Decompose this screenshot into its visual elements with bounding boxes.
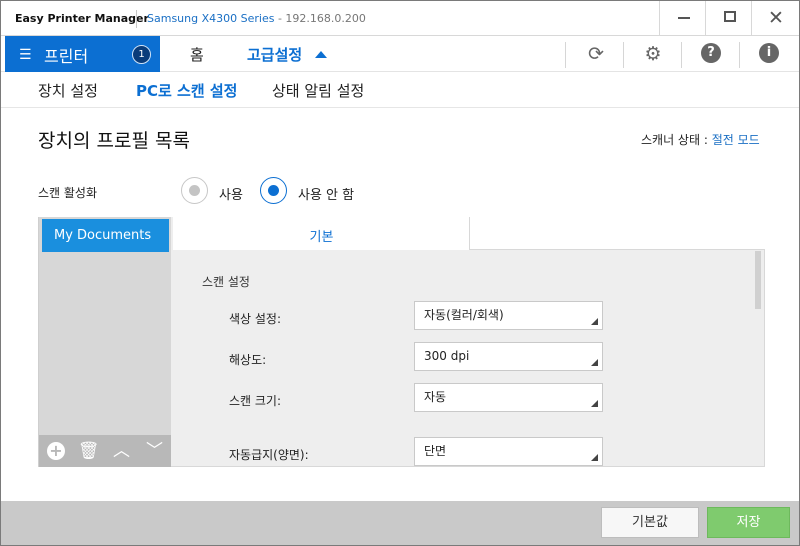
radio-use[interactable] [181, 177, 208, 204]
select-value: 300 dpi [424, 349, 470, 363]
radio-use-label[interactable]: 사용 [219, 184, 243, 203]
maximize-icon [724, 11, 736, 22]
field-label-resolution: 해상도: [229, 353, 267, 367]
profile-item-my-documents[interactable]: My Documents [42, 219, 169, 252]
tab-basic-label: 기본 [309, 230, 334, 245]
device-ip: - 192.168.0.200 [274, 12, 366, 25]
main-nav: ☰ 프린터 1 홈 고급설정 ⟳ ⚙ ? i [1, 36, 799, 72]
page-title: 장치의 프로필 목록 [38, 130, 190, 152]
nav-advanced-settings[interactable]: 고급설정 [247, 44, 302, 65]
tab-basic[interactable]: 기본 [173, 217, 470, 250]
gear-icon[interactable]: ⚙ [638, 40, 668, 68]
title-bar: Easy Printer Manager Samsung X4300 Serie… [1, 1, 799, 36]
caret-up-icon[interactable] [315, 51, 327, 58]
scanner-status: 스캐너 상태 : 절전 모드 [641, 131, 760, 148]
minimize-icon [678, 17, 690, 19]
sub-tabs: 장치 설정 PC로 스캔 설정 상태 알림 설정 [1, 72, 799, 108]
profile-toolbar: + 🗑 ︿ ﹀ [39, 435, 172, 467]
profile-list: My Documents + 🗑 ︿ ﹀ [38, 217, 172, 467]
adf-duplex-select[interactable]: 단면 [414, 437, 603, 466]
app-title: Easy Printer Manager [15, 12, 149, 25]
plus-icon: + [47, 442, 65, 460]
maximize-button[interactable] [705, 1, 753, 36]
field-label-adf-duplex: 자동급지(양면): [229, 448, 309, 462]
settings-panel: 기본 스캔 설정 색상 설정: 자동(컬러/회색) 해상도: 300 dpi 스… [171, 217, 765, 467]
nav-divider [739, 42, 740, 68]
scrollbar[interactable] [755, 251, 761, 309]
main-content: 장치의 프로필 목록 스캐너 상태 : 절전 모드 스캔 활성화 사용 사용 안… [1, 108, 799, 501]
tab-pc-scan-settings[interactable]: PC로 스캔 설정 [136, 80, 237, 101]
printer-tab[interactable]: ☰ 프린터 1 [5, 36, 160, 72]
refresh-icon[interactable]: ⟳ [581, 40, 611, 68]
scanner-status-label: 스캐너 상태 : [641, 133, 712, 147]
dropdown-arrow-icon [591, 454, 598, 461]
nav-divider [565, 42, 566, 68]
tab-status-alert-settings[interactable]: 상태 알림 설정 [272, 80, 364, 101]
radio-dot [268, 185, 279, 196]
title-separator [136, 10, 137, 28]
footer-bar: 기본값 저장 [1, 501, 799, 545]
dropdown-arrow-icon [591, 359, 598, 366]
device-name-link[interactable]: Samsung X4300 Series - 192.168.0.200 [147, 12, 366, 25]
dropdown-arrow-icon [591, 318, 598, 325]
radio-dot [189, 185, 200, 196]
minimize-button[interactable] [659, 1, 707, 36]
app-window: Easy Printer Manager Samsung X4300 Serie… [0, 0, 800, 546]
save-button[interactable]: 저장 [707, 507, 790, 538]
scan-activation-label: 스캔 활성화 [38, 186, 98, 200]
add-profile-button[interactable]: + [39, 435, 72, 467]
dropdown-arrow-icon [591, 400, 598, 407]
select-value: 자동(컬러/회색) [424, 308, 504, 322]
field-label-color: 색상 설정: [229, 312, 282, 326]
chevron-up-icon[interactable]: ︿ [105, 435, 138, 467]
scan-size-select[interactable]: 자동 [414, 383, 603, 412]
color-select[interactable]: 자동(컬러/회색) [414, 301, 603, 330]
close-icon: ✕ [768, 7, 784, 29]
select-value: 자동 [424, 390, 447, 404]
help-icon[interactable]: ? [701, 43, 721, 63]
nav-divider [681, 42, 682, 68]
section-title: 스캔 설정 [202, 275, 250, 289]
trash-icon[interactable]: 🗑 [72, 435, 105, 467]
printer-count-badge: 1 [132, 45, 151, 64]
default-button[interactable]: 기본값 [601, 507, 699, 538]
info-icon[interactable]: i [759, 43, 779, 63]
device-name[interactable]: Samsung X4300 Series [147, 12, 274, 25]
scanner-status-value: 절전 모드 [711, 133, 760, 147]
list-icon: ☰ [19, 47, 32, 63]
field-label-scan-size: 스캔 크기: [229, 394, 282, 408]
nav-divider [623, 42, 624, 68]
chevron-down-icon[interactable]: ﹀ [138, 435, 171, 467]
tab-strip [470, 217, 765, 250]
tab-device-settings[interactable]: 장치 설정 [38, 80, 98, 101]
radio-not-use[interactable] [260, 177, 287, 204]
select-value: 단면 [424, 444, 447, 458]
printer-label: 프린터 [44, 47, 89, 66]
close-button[interactable]: ✕ [751, 1, 799, 36]
nav-home[interactable]: 홈 [190, 44, 204, 65]
radio-not-use-label[interactable]: 사용 안 함 [298, 184, 354, 203]
resolution-select[interactable]: 300 dpi [414, 342, 603, 371]
